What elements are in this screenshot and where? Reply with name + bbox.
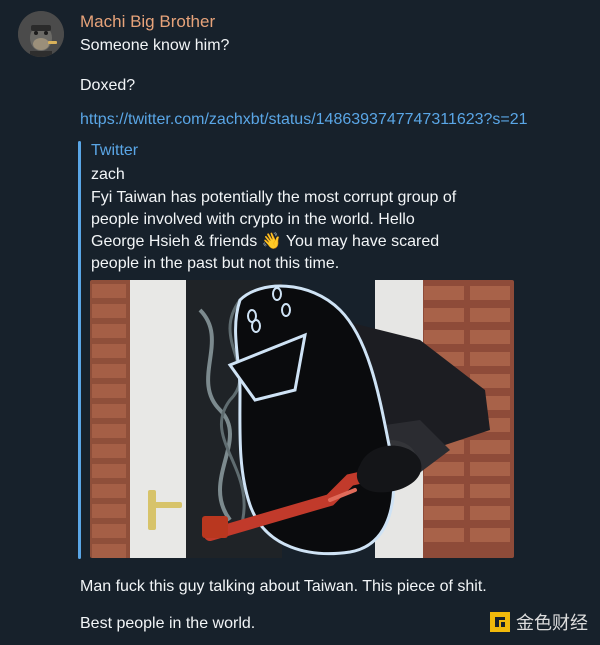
link-preview-text-line: George Hsieh & friends 👋 You may have sc… [91, 233, 440, 250]
message-line: Best people in the world. [80, 615, 256, 632]
link-preview-text-line: people involved with crypto in the world… [91, 211, 415, 228]
link-preview-author: zach [91, 166, 125, 183]
sender-name[interactable]: Machi Big Brother [80, 12, 215, 32]
message-line: Doxed? [80, 77, 136, 94]
ape-avatar-icon [18, 11, 64, 57]
link-preview-text-line: Fyi Taiwan has potentially the most corr… [91, 189, 457, 206]
burglar-photo [90, 280, 514, 558]
link-preview-bar [78, 141, 81, 559]
link-preview-text: Fyi Taiwan has potentially the most corr… [91, 187, 511, 275]
tweet-link[interactable]: https://twitter.com/zachxbt/status/14863… [80, 111, 528, 129]
message-line: Someone know him? [80, 37, 230, 54]
chat-message: Machi Big Brother Someone know him? Doxe… [0, 0, 600, 645]
link-preview-image[interactable] [90, 280, 514, 558]
message-line: Man fuck this guy talking about Taiwan. … [80, 578, 487, 595]
link-preview-source: Twitter [91, 142, 139, 159]
avatar[interactable] [18, 11, 64, 57]
jinse-logo-icon [490, 612, 510, 632]
link-preview-text-line: people in the past but not this time. [91, 255, 340, 272]
watermark: 金色财经 [490, 609, 588, 635]
watermark-text: 金色财经 [516, 613, 588, 634]
